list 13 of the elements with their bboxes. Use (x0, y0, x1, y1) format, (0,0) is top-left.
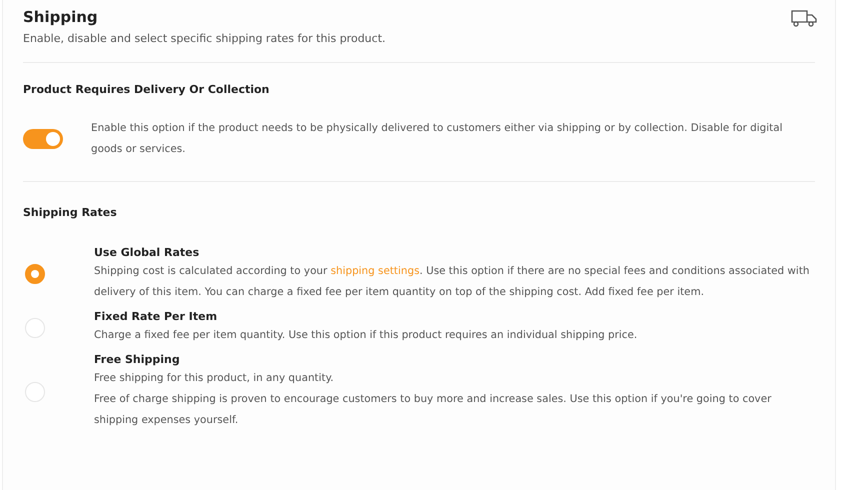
rate-title: Free Shipping (94, 352, 181, 368)
rate-title: Use Global Rates (94, 245, 200, 261)
delivery-heading: Product Requires Delivery Or Collection (23, 83, 270, 96)
section-subtitle: Enable, disable and select specific shipping rates for this product. (23, 32, 386, 45)
rate-description: Free of charge shipping is proven to encourage customers to buy more and increase sales. Use this option if you're going to cover shipping expenses yourself. (94, 392, 772, 428)
shipping-settings-link[interactable]: shipping settings (330, 265, 420, 277)
rate-description: Shipping cost is calculated according to your shipping settings. Use this option if there are no special fees and conditions associated with delivery of this item. You can charge a fixed fee per item quantity on top of the shipping cost. Add fixed fee per item. (94, 264, 810, 300)
section-title: Shipping (23, 8, 99, 26)
rate-title: Fixed Rate Per Item (94, 309, 218, 325)
rate-description: Charge a fixed fee per item quantity. Use this option if this product requires an individual shipping price. (94, 328, 638, 343)
rate-description: Free shipping for this product, in any quantity. (94, 371, 335, 386)
delivery-description: Enable this option if the product needs to be physically delivered to customers either via shipping or by collection. Disable for digital goods or services. (91, 121, 784, 157)
rates-heading: Shipping Rates (23, 206, 118, 219)
